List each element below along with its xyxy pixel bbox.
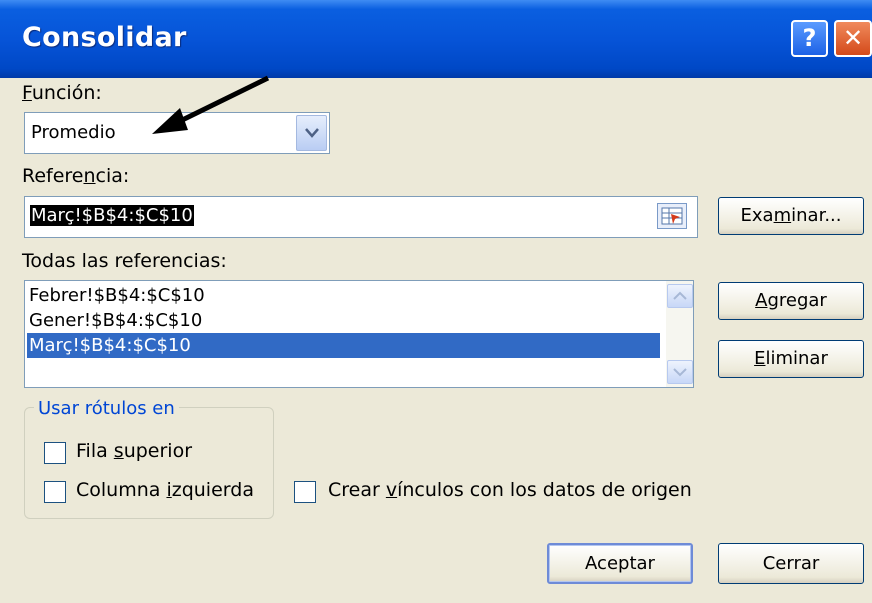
columna-izquierda-label: Columna izquierda bbox=[76, 479, 254, 501]
dropdown-button[interactable] bbox=[296, 115, 327, 151]
list-item[interactable]: Febrer!$B$4:$C$10 bbox=[27, 283, 666, 308]
aceptar-button[interactable]: Aceptar bbox=[547, 543, 693, 584]
chevron-up-icon bbox=[673, 291, 687, 300]
list-item-selected[interactable]: Març!$B$4:$C$10 bbox=[27, 333, 660, 358]
scroll-up-button[interactable] bbox=[667, 284, 693, 308]
title-bar[interactable]: Consolidar ? ✕ bbox=[0, 0, 872, 78]
fila-superior-label: Fila superior bbox=[76, 440, 193, 462]
referencia-input[interactable]: Març!$B$4:$C$10 bbox=[24, 196, 698, 238]
examinar-button[interactable]: Examinar... bbox=[718, 197, 864, 235]
columna-izquierda-checkbox[interactable] bbox=[44, 481, 66, 503]
crear-vinculos-label: Crear vínculos con los datos de origen bbox=[328, 479, 692, 501]
window-title: Consolidar bbox=[22, 22, 187, 53]
chevron-down-icon bbox=[673, 368, 687, 377]
scrollbar[interactable] bbox=[666, 281, 693, 387]
referencia-value: Març!$B$4:$C$10 bbox=[30, 205, 194, 226]
close-button[interactable]: ✕ bbox=[834, 20, 872, 57]
group-legend: Usar rótulos en bbox=[34, 398, 179, 419]
list-item[interactable]: Gener!$B$4:$C$10 bbox=[27, 308, 666, 333]
annotation-arrow-icon bbox=[152, 75, 270, 134]
todas-label: Todas las referencias: bbox=[22, 250, 227, 272]
references-list[interactable]: Febrer!$B$4:$C$10 Gener!$B$4:$C$10 Març!… bbox=[24, 280, 694, 388]
scroll-down-button[interactable] bbox=[667, 360, 693, 384]
funcion-label: Función: bbox=[22, 82, 102, 104]
crear-vinculos-checkbox[interactable] bbox=[294, 481, 316, 503]
chevron-down-icon bbox=[305, 128, 319, 138]
help-button[interactable]: ? bbox=[791, 20, 828, 57]
referencia-label: Referencia: bbox=[22, 165, 130, 187]
collapse-dialog-button[interactable] bbox=[657, 203, 687, 229]
fila-superior-checkbox[interactable] bbox=[44, 442, 66, 464]
eliminar-button[interactable]: Eliminar bbox=[718, 340, 864, 378]
range-select-icon bbox=[661, 207, 683, 225]
funcion-value: Promedio bbox=[31, 122, 116, 143]
agregar-button[interactable]: Agregar bbox=[718, 282, 864, 320]
cerrar-button[interactable]: Cerrar bbox=[718, 543, 864, 584]
